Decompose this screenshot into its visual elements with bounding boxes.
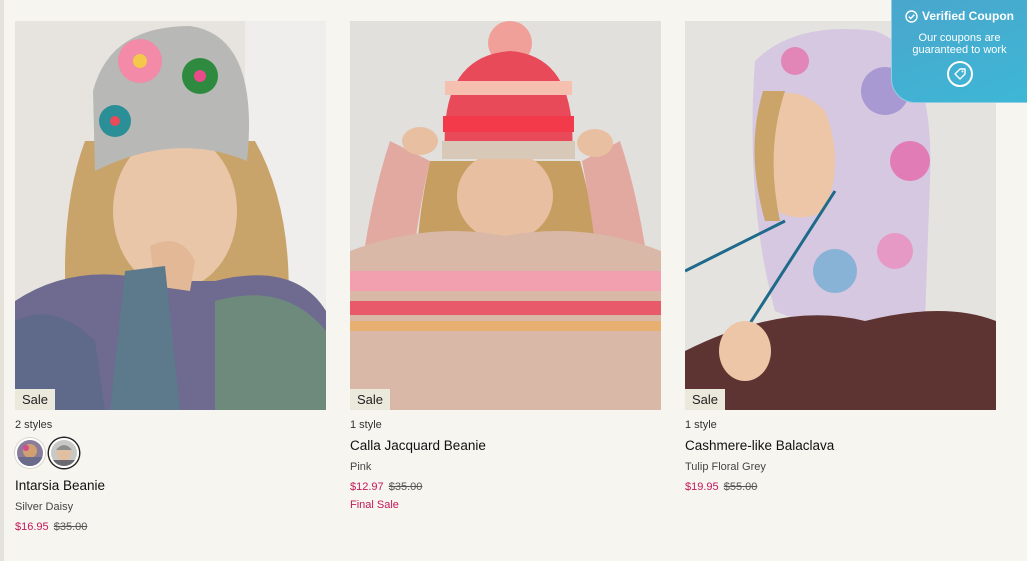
product-card[interactable]: Sale 1 style Calla Jacquard Beanie Pink … bbox=[350, 21, 661, 512]
sale-price: $19.95 bbox=[685, 481, 719, 493]
sale-badge: Sale bbox=[15, 389, 56, 410]
styles-count: 1 style bbox=[350, 419, 382, 431]
product-color: Pink bbox=[350, 461, 372, 473]
product-name[interactable]: Calla Jacquard Beanie bbox=[350, 438, 661, 454]
product-price: $12.97 $35.00 bbox=[350, 480, 661, 494]
left-edge bbox=[0, 0, 4, 561]
product-card[interactable]: Sale 2 styles Intarsia Beanie Silver Dai… bbox=[15, 21, 326, 534]
swatch-option-selected[interactable] bbox=[49, 438, 79, 468]
product-color: Tulip Floral Grey bbox=[685, 461, 766, 473]
product-price: $19.95 $55.00 bbox=[685, 480, 996, 494]
product-image[interactable]: Sale bbox=[15, 21, 326, 410]
coupon-subtitle: Our coupons are guaranteed to work bbox=[912, 32, 1007, 56]
product-image[interactable]: Sale bbox=[350, 21, 661, 410]
check-circle-icon bbox=[905, 9, 918, 23]
intarsia-beanie-photo bbox=[15, 21, 326, 410]
original-price: $35.00 bbox=[388, 481, 423, 493]
verified-coupon-widget[interactable]: Verified Coupon Our coupons are guarante… bbox=[891, 0, 1027, 103]
product-name[interactable]: Cashmere-like Balaclava bbox=[685, 438, 996, 454]
product-color: Silver Daisy bbox=[15, 501, 74, 513]
coupon-title-text: Verified Coupon bbox=[921, 9, 1014, 23]
original-price: $35.00 bbox=[53, 521, 88, 533]
tag-icon[interactable] bbox=[946, 61, 973, 87]
coupon-title: Verified Coupon bbox=[892, 9, 1027, 23]
sale-badge: Sale bbox=[685, 389, 726, 410]
original-price: $55.00 bbox=[723, 481, 758, 493]
product-name[interactable]: Intarsia Beanie bbox=[15, 478, 326, 494]
calla-jacquard-beanie-photo bbox=[350, 21, 661, 410]
product-price: $16.95 $35.00 bbox=[15, 520, 326, 534]
color-swatches bbox=[15, 438, 326, 468]
sale-price: $16.95 bbox=[15, 521, 49, 533]
styles-count: 1 style bbox=[685, 419, 717, 431]
sale-price: $12.97 bbox=[350, 481, 384, 493]
final-sale-note: Final Sale bbox=[350, 499, 399, 511]
styles-count: 2 styles bbox=[15, 419, 53, 431]
sale-badge: Sale bbox=[350, 389, 391, 410]
swatch-option[interactable] bbox=[15, 438, 45, 468]
